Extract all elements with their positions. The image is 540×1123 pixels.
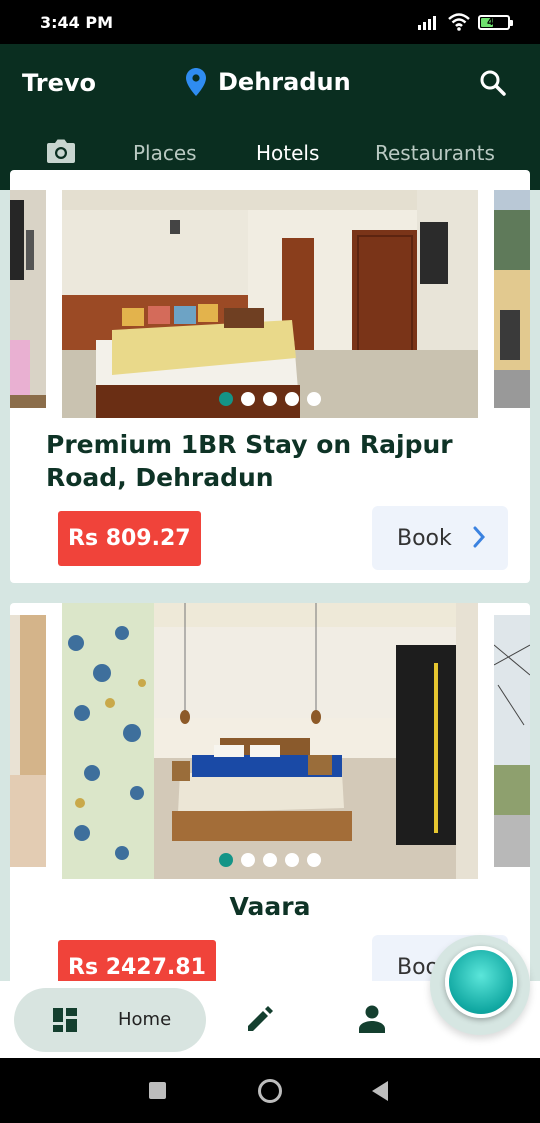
carousel-indicator: [62, 853, 478, 867]
previous-image: [10, 615, 46, 867]
tab-restaurants[interactable]: Restaurants: [375, 141, 495, 165]
app-bar: Trevo Dehradun Places Hotels Restaurants: [0, 44, 540, 190]
image-carousel[interactable]: [10, 190, 530, 418]
book-button[interactable]: Book: [372, 506, 508, 570]
chevron-right-icon: [473, 526, 486, 548]
tab-places[interactable]: Places: [133, 141, 197, 165]
battery-icon: 42: [478, 14, 513, 30]
tab-hotels[interactable]: Hotels: [256, 141, 319, 165]
search-button[interactable]: [478, 68, 508, 98]
person-icon: [359, 1005, 385, 1033]
home-circle-icon[interactable]: [257, 1078, 283, 1104]
tab-camera[interactable]: [46, 138, 76, 168]
nav-home-label: Home: [118, 1009, 172, 1030]
carousel-dot[interactable]: [219, 392, 233, 406]
hotel-card[interactable]: Vaara Rs 2427.81 Book: [10, 603, 530, 993]
signal-icon: [418, 16, 436, 30]
hotel-name: Premium 1BR Stay on Rajpur Road, Dehradu…: [46, 430, 453, 492]
price-tag: Rs 809.27: [58, 511, 201, 566]
carousel-dot[interactable]: [307, 392, 321, 406]
next-image: [494, 615, 530, 867]
next-image: [494, 190, 530, 418]
carousel-indicator: [62, 392, 478, 406]
carousel-dot[interactable]: [285, 392, 299, 406]
nav-profile[interactable]: [356, 1004, 388, 1039]
floating-action-button[interactable]: [445, 946, 517, 1018]
carousel-dot[interactable]: [263, 853, 277, 867]
edit-icon: [248, 1006, 273, 1031]
hotel-image: [62, 603, 478, 879]
book-label: Book: [397, 525, 452, 551]
search-icon: [480, 70, 506, 96]
nav-edit[interactable]: [244, 1005, 274, 1040]
carousel-dot[interactable]: [285, 853, 299, 867]
dashboard-icon: [53, 1008, 77, 1032]
carousel-dot[interactable]: [263, 392, 277, 406]
carousel-dot[interactable]: [307, 853, 321, 867]
hotel-name: Vaara: [229, 892, 311, 921]
image-carousel[interactable]: [10, 603, 530, 879]
carousel-dot[interactable]: [219, 853, 233, 867]
previous-image: [10, 190, 46, 418]
camera-icon: [47, 139, 75, 163]
wifi-icon: [448, 13, 470, 31]
status-time: 3:44 PM: [40, 13, 114, 32]
recent-apps-icon[interactable]: [149, 1082, 166, 1099]
app-title: Trevo: [22, 69, 96, 97]
hotel-image: [62, 190, 478, 418]
status-icons: 42: [418, 13, 513, 31]
back-icon[interactable]: [370, 1080, 390, 1102]
location-name: Dehradun: [218, 68, 351, 96]
system-navigation-bar: [0, 1058, 540, 1123]
status-bar: 3:44 PM 42: [0, 0, 540, 44]
nav-home[interactable]: Home: [14, 988, 206, 1052]
hotel-card[interactable]: Premium 1BR Stay on Rajpur Road, Dehradu…: [10, 170, 530, 583]
battery-level: 42: [487, 16, 501, 28]
carousel-dot[interactable]: [241, 392, 255, 406]
location-pin-icon: [186, 68, 206, 96]
carousel-dot[interactable]: [241, 853, 255, 867]
location-selector[interactable]: Dehradun: [186, 68, 351, 96]
